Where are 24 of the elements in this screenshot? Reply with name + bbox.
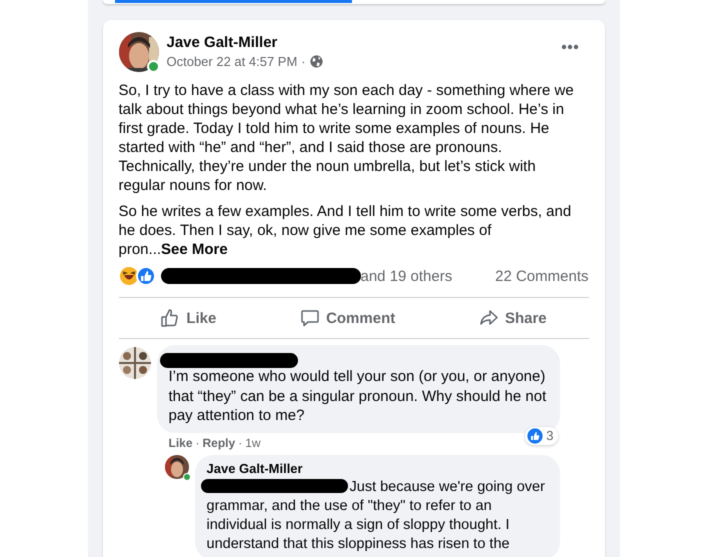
reaction-badge[interactable]: 3: [525, 426, 558, 444]
reply-text: Just because we're going over grammar, and the use of "they" to refer to an individual is normally a sign of sloppy thought. I understand that this sloppiness has risen to the: [206, 478, 548, 554]
reply-author[interactable]: Jave Galt-Miller: [206, 460, 548, 476]
see-more-link[interactable]: See More: [161, 241, 228, 258]
separator: ·: [196, 436, 200, 450]
thumbs-up-icon: [160, 308, 180, 328]
author-name[interactable]: Jave Galt-Miller: [166, 34, 552, 51]
post-time[interactable]: October 22 at 4:57 PM: [166, 54, 298, 69]
speech-bubble-icon: [300, 308, 320, 328]
comments-count[interactable]: 22 Comments: [495, 268, 588, 284]
more-options-icon[interactable]: [560, 44, 578, 50]
like-button[interactable]: Like: [150, 302, 226, 334]
comment-action-link[interactable]: Reply: [202, 436, 236, 450]
separator: ·: [301, 54, 306, 69]
post-text: So, I try to have a class with my son each day - something where we talk about things beyond what he’s learning in zoom school. He’s in first grade. Today I told him to write some examples of nouns. He started with “he” and “her”, and I said those are pronouns. Technically, they’re under the noun umbrella, but let’s stick with regular nouns for now.: [118, 81, 575, 195]
share-button[interactable]: Share: [468, 302, 557, 334]
comment-button[interactable]: Comment: [290, 302, 406, 334]
comment-text: I’m someone who would tell your son (or you, or anyone) that “they” can be a singular pronoun. Why should he not pay attention to me?: [168, 367, 548, 426]
reactions-count[interactable]: and 19 others: [360, 268, 452, 284]
globe-icon: [310, 55, 323, 68]
comment-age[interactable]: 1w: [245, 436, 261, 450]
comment-action-link[interactable]: Like: [168, 436, 193, 450]
post-text: So he writes a few examples. And I tell him to write some verbs, and he does. Then I say, ok, now give me some examples of pron...See More: [118, 202, 572, 259]
separator: ·: [238, 436, 242, 450]
